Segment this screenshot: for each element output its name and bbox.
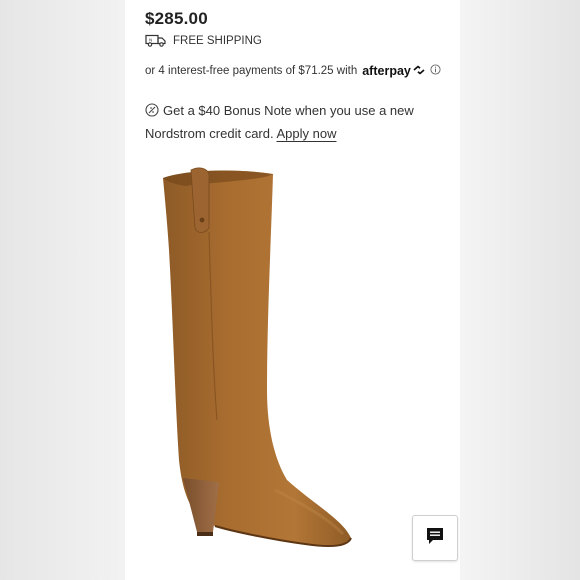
afterpay-brand: afterpay [362,64,411,78]
left-margin-background [0,0,125,580]
afterpay-row: or 4 interest-free payments of $71.25 wi… [145,64,441,78]
payment-text: or 4 interest-free payments of $71.25 wi… [145,65,358,77]
right-margin-background [460,0,580,580]
bonus-note-promo: Get a $40 Bonus Note when you use a new … [145,100,445,144]
shipping-label: FREE SHIPPING [173,34,262,47]
svg-text:N: N [149,38,152,43]
product-image [155,160,365,560]
note-badge-icon [145,102,159,123]
chat-icon [425,526,445,551]
product-price: $285.00 [145,9,208,28]
shipping-info: N FREE SHIPPING [145,34,262,47]
apply-now-link[interactable]: Apply now [277,126,337,141]
afterpay-arrows-icon [412,65,426,78]
product-panel: $285.00 N FREE SHIPPING or 4 interest-fr… [125,0,460,580]
truck-icon: N [145,34,167,47]
info-icon[interactable] [430,64,441,78]
chat-button[interactable] [412,515,458,561]
heel-shape [183,478,219,532]
